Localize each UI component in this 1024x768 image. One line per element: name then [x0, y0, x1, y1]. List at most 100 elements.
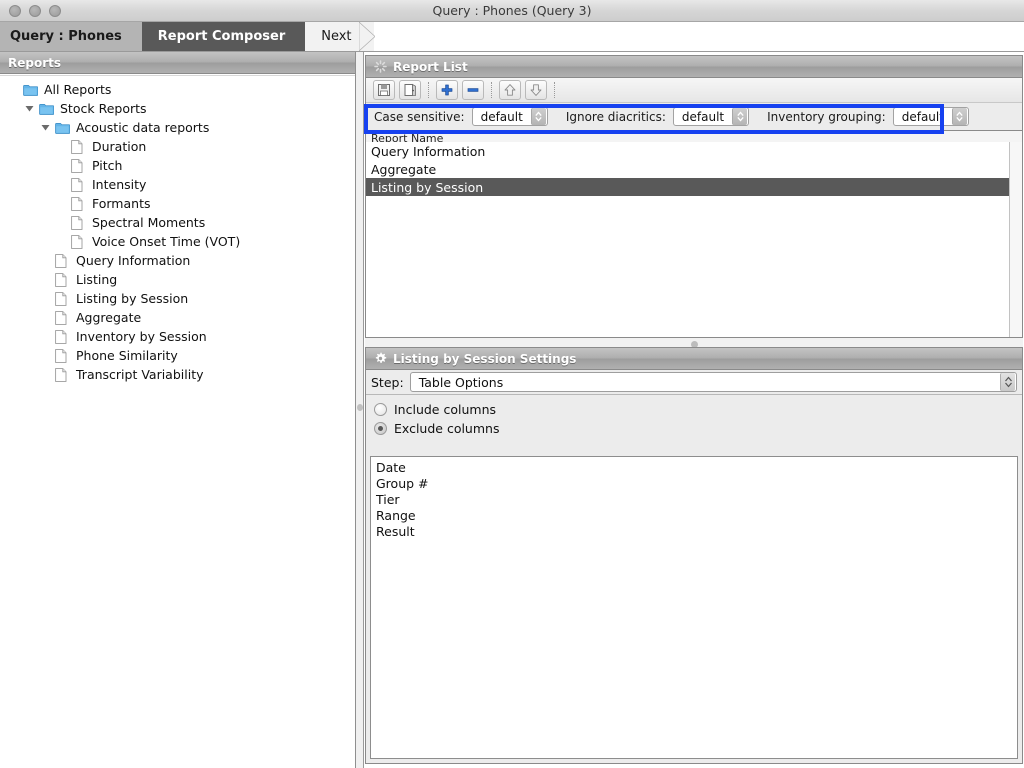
chevron-updown-icon[interactable] — [952, 108, 967, 125]
option-value: default — [473, 110, 531, 124]
tree-item-all-reports[interactable]: All Reports — [0, 80, 355, 99]
tree-item-aggregate[interactable]: Aggregate — [0, 308, 355, 327]
breadcrumb-label: Report Composer — [158, 29, 285, 44]
tree-item-pitch[interactable]: Pitch — [0, 156, 355, 175]
option-value: default — [674, 110, 732, 124]
chevron-down-icon[interactable] — [40, 121, 53, 134]
radio-label: Exclude columns — [394, 421, 499, 436]
report-name-cell: Aggregate — [371, 162, 436, 177]
option-dropdown-2[interactable]: default — [893, 107, 969, 126]
folder-icon — [23, 83, 39, 97]
document-icon — [71, 178, 87, 192]
list-item[interactable]: Range — [376, 507, 1017, 523]
option-label-0: Case sensitive: — [374, 110, 465, 124]
document-icon — [55, 330, 71, 344]
plus-icon[interactable] — [436, 80, 458, 100]
tree-item-phone-similarity[interactable]: Phone Similarity — [0, 346, 355, 365]
radio-exclude-columns[interactable]: Exclude columns — [374, 419, 1022, 438]
settings-panel-header: Listing by Session Settings — [366, 348, 1022, 370]
splitter-grip[interactable] — [357, 404, 363, 411]
arrow-up-icon[interactable] — [499, 80, 521, 100]
list-item[interactable]: Result — [376, 523, 1017, 539]
report-list-header-label: Report List — [393, 60, 468, 74]
list-item[interactable]: Tier — [376, 491, 1017, 507]
settings-header-label: Listing by Session Settings — [393, 352, 576, 366]
vertical-splitter[interactable] — [356, 52, 364, 768]
open-folder-icon[interactable] — [399, 80, 421, 100]
chevron-updown-icon[interactable] — [531, 108, 546, 125]
minus-icon[interactable] — [462, 80, 484, 100]
save-icon[interactable] — [373, 80, 395, 100]
columns-list[interactable]: DateGroup #TierRangeResult — [370, 456, 1018, 759]
report-list-toolbar — [366, 78, 1022, 103]
report-list-body[interactable]: Query Information AggregateListing by Ses… — [366, 142, 1022, 337]
document-icon — [55, 254, 71, 268]
document-icon — [55, 311, 71, 325]
tree-item-listing-by-session[interactable]: Listing by Session — [0, 289, 355, 308]
tree-item-duration[interactable]: Duration — [0, 137, 355, 156]
tree-item-listing[interactable]: Listing — [0, 270, 355, 289]
arrow-down-icon[interactable] — [525, 80, 547, 100]
table-row[interactable]: Aggregate — [366, 160, 1022, 178]
toolbar-separator — [554, 82, 555, 98]
tree-item-label: All Reports — [44, 82, 111, 97]
radio-label: Include columns — [394, 402, 496, 417]
tree-item-label: Intensity — [92, 177, 146, 192]
report-list-panel: Report List — [365, 55, 1023, 338]
document-icon — [71, 159, 87, 173]
toolbar-separator — [491, 82, 492, 98]
tree-item-stock-reports[interactable]: Stock Reports — [0, 99, 355, 118]
reports-header-label: Reports — [8, 56, 61, 70]
tree-item-formants[interactable]: Formants — [0, 194, 355, 213]
tree-item-acoustic-data-reports[interactable]: Acoustic data reports — [0, 118, 355, 137]
document-icon — [71, 216, 87, 230]
step-value: Table Options — [411, 375, 1000, 390]
breadcrumb-item-query-phones[interactable]: Query : Phones — [0, 22, 144, 51]
tree-item-spectral-moments[interactable]: Spectral Moments — [0, 213, 355, 232]
tree-item-label: Formants — [92, 196, 150, 211]
reports-tree[interactable]: All Reports Stock ReportsAcoustic data re… — [0, 75, 355, 768]
breadcrumb-label: Next — [321, 29, 351, 44]
folder-icon — [55, 121, 71, 135]
reports-panel: Reports All Reports Stock ReportsAcoustic… — [0, 52, 356, 768]
option-label-2: Inventory grouping: — [767, 110, 886, 124]
chevron-updown-icon[interactable] — [732, 108, 747, 125]
tree-item-voice-onset-time-vot[interactable]: Voice Onset Time (VOT) — [0, 232, 355, 251]
tree-item-label: Duration — [92, 139, 146, 154]
table-row[interactable]: Listing by Session — [366, 178, 1022, 196]
tree-item-transcript-variability[interactable]: Transcript Variability — [0, 365, 355, 384]
step-label: Step: — [371, 375, 404, 390]
column-mode-radio-group[interactable]: Include columns Exclude columns — [366, 394, 1022, 443]
window-titlebar: Query : Phones (Query 3) — [0, 0, 1024, 22]
option-label-1: Ignore diacritics: — [566, 110, 666, 124]
tree-item-query-information[interactable]: Query Information — [0, 251, 355, 270]
option-value: default — [894, 110, 952, 124]
table-row[interactable]: Query Information — [366, 142, 1022, 160]
document-icon — [55, 349, 71, 363]
main-content: Reports All Reports Stock ReportsAcoustic… — [0, 52, 1024, 768]
radio-button-icon[interactable] — [374, 422, 387, 435]
tree-item-intensity[interactable]: Intensity — [0, 175, 355, 194]
report-list-scrollbar[interactable] — [1009, 142, 1022, 337]
radio-button-icon[interactable] — [374, 403, 387, 416]
document-icon — [55, 292, 71, 306]
spinner-icon — [374, 60, 387, 73]
tree-item-label: Listing by Session — [76, 291, 188, 306]
list-item[interactable]: Group # — [376, 475, 1017, 491]
column-name: Range — [376, 508, 416, 523]
radio-include-columns[interactable]: Include columns — [374, 400, 1022, 419]
tree-item-inventory-by-session[interactable]: Inventory by Session — [0, 327, 355, 346]
option-dropdown-0[interactable]: default — [472, 107, 548, 126]
report-list-header: Report List — [366, 56, 1022, 78]
chevron-down-icon[interactable] — [24, 102, 37, 115]
list-item[interactable]: Date — [376, 459, 1017, 475]
column-name: Result — [376, 524, 415, 539]
right-panel: Report List — [365, 52, 1024, 768]
chevron-updown-icon[interactable] — [1000, 373, 1015, 391]
option-dropdown-1[interactable]: default — [673, 107, 749, 126]
breadcrumb-item-report-composer[interactable]: Report Composer — [142, 22, 307, 51]
document-icon — [71, 235, 87, 249]
step-dropdown[interactable]: Table Options — [410, 372, 1017, 392]
tree-item-label: Transcript Variability — [76, 367, 204, 382]
breadcrumb-item-next[interactable]: Next — [305, 22, 373, 51]
